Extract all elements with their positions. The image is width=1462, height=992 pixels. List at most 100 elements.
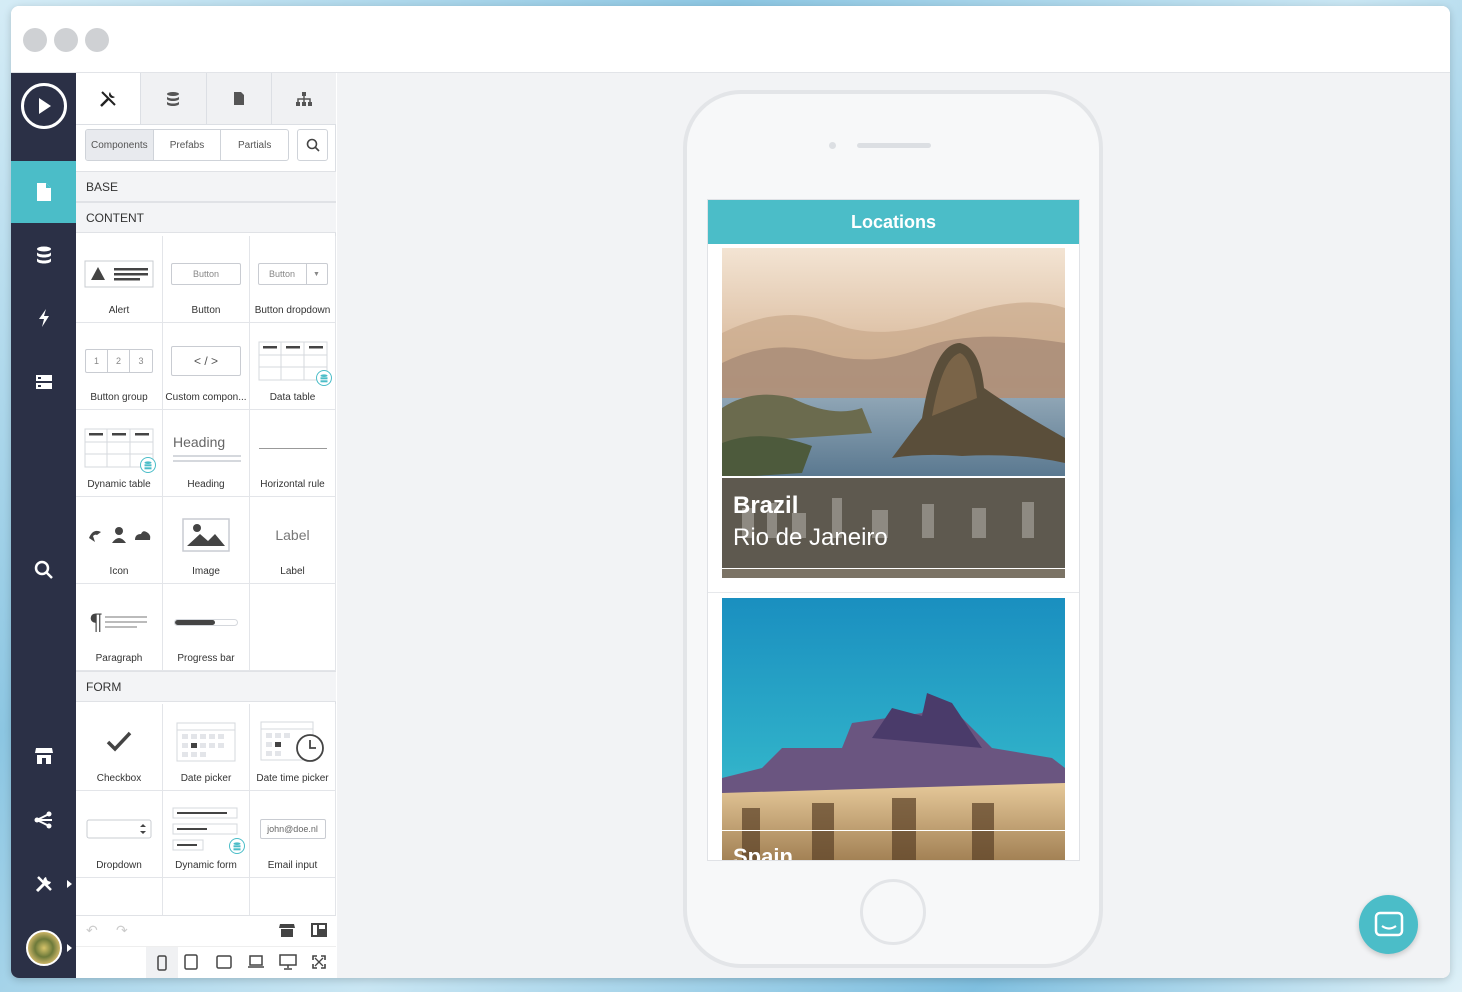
component-dynamic-table[interactable]: Dynamic table: [76, 410, 163, 497]
segment-components[interactable]: Components: [86, 130, 153, 160]
rail-search[interactable]: [11, 539, 76, 601]
horizontal-rule-icon: [258, 447, 327, 449]
component-progress-bar[interactable]: Progress bar: [163, 584, 250, 671]
caret-down-icon: ▼: [313, 270, 320, 278]
dropdown-icon: [86, 819, 152, 839]
component-label: Checkbox: [96, 773, 142, 784]
component-date-time-picker[interactable]: Date time picker: [250, 704, 336, 791]
chat-launcher-button[interactable]: [1359, 895, 1418, 954]
button-group-preview: 2: [108, 350, 130, 372]
speaker-slot: [857, 143, 931, 148]
madrid-photo: [722, 598, 1065, 860]
viewport-tablet-landscape-icon[interactable]: [216, 955, 232, 974]
page-icon: [233, 92, 244, 105]
camera-dot: [829, 142, 836, 149]
component-dynamic-form[interactable]: Dynamic form: [163, 791, 250, 878]
rail-actions[interactable]: [11, 287, 76, 349]
component-partial[interactable]: [163, 878, 250, 918]
viewport-mobile-icon[interactable]: [146, 947, 178, 978]
component-label: Button dropdown: [254, 305, 331, 316]
sitemap-icon: [295, 91, 312, 106]
redo-icon[interactable]: ↷: [116, 922, 128, 939]
button-group-preview: 3: [138, 356, 144, 366]
progress-bar-icon: [174, 618, 238, 626]
component-button-group[interactable]: 123 Button group: [76, 323, 163, 410]
left-rail: [11, 73, 76, 978]
viewport-desktop-icon[interactable]: [279, 954, 297, 975]
app-window: Components Prefabs Partials BASE CONTENT…: [11, 6, 1450, 978]
section-content[interactable]: CONTENT: [76, 202, 336, 233]
component-paragraph[interactable]: ¶ Paragraph: [76, 584, 163, 671]
location-card[interactable]: Spain: [722, 598, 1065, 860]
store-icon[interactable]: [279, 923, 295, 942]
component-email-input[interactable]: john@doe.nl Email input: [250, 791, 336, 878]
component-label: Progress bar: [177, 653, 235, 664]
component-button-dropdown[interactable]: Button ▼ Button dropdown: [250, 236, 336, 323]
database-badge-icon: [316, 370, 332, 386]
component-label: Paragraph: [95, 653, 143, 664]
title-bar: [11, 6, 1450, 73]
checkbox-icon: [106, 731, 132, 752]
section-form[interactable]: FORM: [76, 671, 336, 702]
tab-pages[interactable]: [205, 73, 271, 124]
phone-frame: Locations Brazil Rio de Janeiro Spain: [683, 90, 1103, 968]
component-label: Email input: [267, 860, 318, 871]
component-partial[interactable]: [250, 878, 336, 918]
card-caption: Brazil Rio de Janeiro: [722, 478, 1065, 568]
window-maximize-button[interactable]: [85, 28, 109, 52]
component-label: Dynamic table: [87, 479, 151, 490]
component-custom[interactable]: < / > Custom compon...: [163, 323, 250, 410]
chat-icon: [1374, 911, 1403, 936]
button-dropdown-preview: Button: [259, 264, 307, 284]
rail-avatar[interactable]: [11, 917, 76, 978]
rail-pages[interactable]: [11, 161, 76, 223]
viewport-laptop-icon[interactable]: [248, 955, 264, 974]
viewport-tablet-icon[interactable]: [184, 954, 198, 975]
window-close-button[interactable]: [23, 28, 47, 52]
grid-layout-icon[interactable]: [311, 923, 327, 942]
tab-tree[interactable]: [270, 73, 336, 124]
chevron-right-icon: [67, 880, 72, 888]
home-button[interactable]: [860, 879, 926, 945]
component-partial[interactable]: [76, 878, 163, 918]
icon-component-icon: [89, 527, 151, 543]
undo-icon[interactable]: ↶: [86, 922, 98, 939]
button-group-preview: 1: [86, 350, 108, 372]
rail-tools[interactable]: [11, 853, 76, 915]
component-dropdown[interactable]: Dropdown: [76, 791, 163, 878]
card-country: Brazil: [733, 492, 799, 519]
tab-data[interactable]: [140, 73, 206, 124]
component-image[interactable]: Image: [163, 497, 250, 584]
heading-icon: Heading: [163, 428, 249, 468]
component-data-table[interactable]: Data table: [250, 323, 336, 410]
section-base[interactable]: BASE: [76, 171, 336, 202]
rail-layouts[interactable]: [11, 351, 76, 413]
database-icon: [167, 91, 180, 106]
rail-store[interactable]: [11, 725, 76, 787]
button-group-icon: 123: [85, 349, 153, 373]
alert-icon: [84, 260, 154, 288]
location-card[interactable]: Brazil Rio de Janeiro: [722, 248, 1065, 578]
component-date-picker[interactable]: Date picker: [163, 704, 250, 791]
component-label: Horizontal rule: [260, 479, 325, 490]
share-icon: [34, 811, 52, 829]
component-alert[interactable]: Alert: [76, 236, 163, 323]
component-checkbox[interactable]: Checkbox: [76, 704, 163, 791]
play-button[interactable]: [11, 75, 76, 137]
rail-data[interactable]: [11, 224, 76, 286]
fullscreen-icon[interactable]: [312, 955, 326, 974]
rail-share[interactable]: [11, 789, 76, 851]
component-button[interactable]: Button Button: [163, 236, 250, 323]
component-search-button[interactable]: [297, 129, 328, 161]
window-minimize-button[interactable]: [54, 28, 78, 52]
component-horizontal-rule[interactable]: Horizontal rule: [250, 410, 336, 497]
component-label: Button group: [90, 392, 148, 403]
email-input-icon: john@doe.nl: [259, 819, 326, 839]
component-icon[interactable]: Icon: [76, 497, 163, 584]
tab-components[interactable]: [76, 73, 141, 124]
segment-prefabs[interactable]: Prefabs: [152, 130, 221, 160]
code-icon: < / >: [171, 346, 241, 376]
component-label[interactable]: Label Label: [250, 497, 336, 584]
component-heading[interactable]: Heading Heading: [163, 410, 250, 497]
segment-partials[interactable]: Partials: [220, 130, 288, 160]
